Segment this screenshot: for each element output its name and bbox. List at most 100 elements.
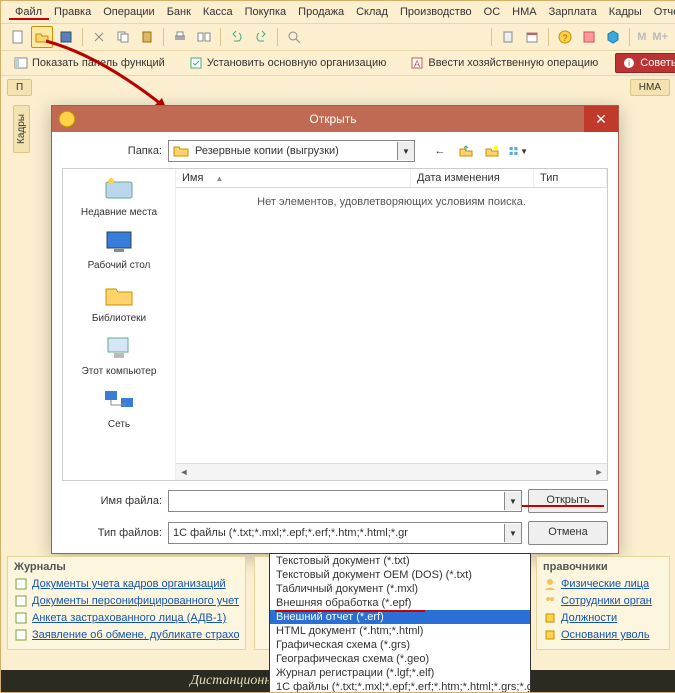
folder-select[interactable]: Резервные копии (выгрузки) ▼ — [168, 140, 415, 162]
menu-edit[interactable]: Правка — [48, 4, 97, 20]
filename-input[interactable]: ▼ — [168, 490, 522, 512]
journals-title: Журналы — [14, 561, 239, 573]
copy-icon[interactable] — [112, 26, 134, 48]
chevron-down-icon[interactable]: ▼ — [504, 492, 521, 510]
style-icon[interactable] — [578, 26, 600, 48]
filetype-option[interactable]: 1С файлы (*.txt;*.mxl;*.epf;*.erf;*.htm;… — [270, 680, 530, 693]
ref-link[interactable]: Сотрудники орган — [543, 594, 663, 608]
filename-label: Имя файла: — [62, 495, 162, 507]
journal-link[interactable]: Анкета застрахованного лица (АДВ-1) — [14, 611, 239, 625]
up-folder-icon[interactable] — [455, 140, 477, 162]
col-date[interactable]: Дата изменения — [411, 169, 534, 187]
place-recent[interactable]: Недавние места — [65, 173, 173, 218]
filetype-select[interactable]: 1С файлы (*.txt;*.mxl;*.epf;*.erf;*.htm;… — [168, 522, 522, 544]
calendar-icon[interactable] — [521, 26, 543, 48]
cube-icon[interactable] — [602, 26, 624, 48]
place-libs[interactable]: Библиотеки — [65, 279, 173, 324]
new-doc-icon[interactable] — [7, 26, 29, 48]
compare-icon[interactable] — [193, 26, 215, 48]
filetype-option[interactable]: HTML документ (*.htm;*.html) — [270, 624, 530, 638]
menu-salary[interactable]: Зарплата — [543, 4, 603, 20]
filetype-option[interactable]: Табличный документ (*.mxl) — [270, 582, 530, 596]
svg-text:?: ? — [563, 33, 568, 43]
places-sidebar: Недавние места Рабочий стол Библиотеки Э… — [63, 169, 176, 480]
menu-bank[interactable]: Банк — [161, 4, 197, 20]
chevron-down-icon[interactable]: ▼ — [397, 142, 414, 160]
m-plus-label: M+ — [650, 31, 670, 43]
menu-prod[interactable]: Производство — [394, 4, 478, 20]
show-panel-button[interactable]: Показать панель функций — [7, 53, 172, 73]
set-org-button[interactable]: Установить основную организацию — [182, 53, 394, 73]
menu-nma[interactable]: НМА — [506, 4, 542, 20]
find-icon[interactable] — [283, 26, 305, 48]
filetype-option[interactable]: Внешний отчет (*.erf) — [270, 610, 530, 624]
tab-stub-a[interactable]: П — [7, 79, 32, 96]
menu-reports[interactable]: Отчеты — [648, 4, 675, 20]
hoz-op-button[interactable]: А Ввести хозяйственную операцию — [403, 53, 605, 73]
main-menu: Файл Правка Операции Банк Касса Покупка … — [1, 1, 675, 23]
filetype-option[interactable]: Текстовый документ OEM (DOS) (*.txt) — [270, 568, 530, 582]
annotation-open-underline — [522, 505, 604, 507]
dialog-titlebar: Открыть ✕ — [52, 106, 618, 132]
ref-link[interactable]: Должности — [543, 611, 663, 625]
ref-link[interactable]: Основания уволь — [543, 628, 663, 642]
list-header: Имя▲ Дата изменения Тип — [176, 169, 607, 188]
close-icon[interactable]: ✕ — [584, 106, 618, 132]
dialog-title: Открыть — [82, 112, 584, 126]
place-pc[interactable]: Этот компьютер — [65, 332, 173, 377]
open-button[interactable]: Открыть — [528, 489, 608, 513]
journal-link[interactable]: Документы персонифицированного учета ПФ — [14, 594, 239, 608]
empty-message: Нет элементов, удовлетворяющих условиям … — [176, 188, 607, 463]
h-scrollbar[interactable]: ◄► — [176, 463, 607, 480]
menu-stock[interactable]: Склад — [350, 4, 394, 20]
menu-sell[interactable]: Продажа — [292, 4, 350, 20]
paste-icon[interactable] — [136, 26, 158, 48]
tab-stub-b[interactable]: Кадры — [13, 105, 30, 153]
cancel-button[interactable]: Отмена — [528, 521, 608, 545]
place-desktop[interactable]: Рабочий стол — [65, 226, 173, 271]
filetype-label: Тип файлов: — [62, 527, 162, 539]
filetype-option[interactable]: Текстовый документ (*.txt) — [270, 554, 530, 568]
help-icon[interactable]: ? — [554, 26, 576, 48]
place-net[interactable]: Сеть — [65, 385, 173, 430]
toolbar-main: ? M M+ — [1, 23, 675, 50]
menu-cash[interactable]: Касса — [197, 4, 239, 20]
print-icon[interactable] — [169, 26, 191, 48]
folder-label: Папка: — [62, 145, 162, 157]
refs-panel: правочники Физические лица Сотрудники ор… — [536, 556, 670, 650]
filetype-option[interactable]: Географическая схема (*.geo) — [270, 652, 530, 666]
svg-text:А: А — [414, 59, 420, 69]
chevron-down-icon[interactable]: ▼ — [504, 524, 521, 542]
filetype-option[interactable]: Внешняя обработка (*.epf) — [270, 596, 530, 610]
menu-buy[interactable]: Покупка — [239, 4, 293, 20]
redo-icon[interactable] — [250, 26, 272, 48]
menu-hr[interactable]: Кадры — [603, 4, 648, 20]
filetype-dropdown[interactable]: Текстовый документ (*.txt)Текстовый доку… — [269, 553, 531, 693]
ref-link[interactable]: Физические лица — [543, 577, 663, 591]
tab-stub-c[interactable]: НМА — [630, 79, 670, 96]
calc-icon[interactable] — [497, 26, 519, 48]
journal-link[interactable]: Документы учета кадров организаций — [14, 577, 239, 591]
new-folder-icon[interactable] — [481, 140, 503, 162]
annotation-erf-underline — [275, 610, 425, 612]
filetype-option[interactable]: Журнал регистрации (*.lgf;*.elf) — [270, 666, 530, 680]
undo-icon[interactable] — [226, 26, 248, 48]
app-1c-icon — [58, 110, 76, 128]
journal-link[interactable]: Заявление об обмене, дубликате страховог… — [14, 628, 239, 642]
toolbar-actions: Показать панель функций Установить основ… — [1, 50, 675, 75]
open-dialog: Открыть ✕ Папка: Резервные копии (выгруз… — [51, 105, 619, 554]
annotation-file-underline — [9, 18, 49, 20]
col-type[interactable]: Тип — [534, 169, 607, 187]
open-folder-icon[interactable] — [31, 26, 53, 48]
views-icon[interactable]: ▼ — [507, 140, 529, 162]
col-name[interactable]: Имя▲ — [176, 169, 411, 187]
back-icon[interactable]: ← — [429, 140, 451, 162]
cut-icon[interactable] — [88, 26, 110, 48]
save-icon[interactable] — [55, 26, 77, 48]
refs-title: правочники — [543, 561, 663, 573]
svg-text:i: i — [628, 59, 630, 68]
menu-os[interactable]: ОС — [478, 4, 507, 20]
filetype-option[interactable]: Графическая схема (*.grs) — [270, 638, 530, 652]
menu-ops[interactable]: Операции — [97, 4, 160, 20]
tips-button[interactable]: i Советы ▼ — [615, 53, 675, 73]
